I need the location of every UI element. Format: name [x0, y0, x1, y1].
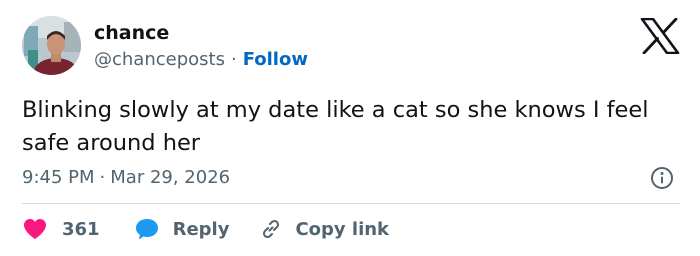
timestamp-separator: · [99, 167, 106, 188]
avatar[interactable] [22, 16, 81, 75]
info-icon[interactable] [650, 166, 674, 190]
handle-row: @chanceposts · Follow [94, 49, 308, 70]
copy-link-label: Copy link [295, 218, 390, 240]
reply-button[interactable]: Reply [134, 217, 230, 241]
speech-bubble-icon [135, 219, 158, 240]
avatar-photo [22, 16, 81, 75]
like-count: 361 [62, 218, 100, 240]
separator-dot: · [230, 49, 237, 70]
handle[interactable]: @chanceposts [94, 49, 225, 70]
display-name[interactable]: chance [94, 22, 169, 44]
like-button[interactable]: 361 [22, 217, 100, 241]
link-icon [263, 219, 280, 239]
reply-label: Reply [172, 218, 230, 240]
copy-link-button[interactable]: Copy link [259, 217, 389, 241]
heart-icon [24, 219, 46, 239]
action-bar: 361 Reply Copy link [22, 216, 389, 242]
tweet-time: 9:45 PM [22, 167, 95, 188]
x-logo-icon[interactable] [640, 17, 680, 55]
tweet-text: Blinking slowly at my date like a cat so… [22, 97, 649, 156]
tweet-date: Mar 29, 2026 [110, 167, 231, 188]
tweet-card: chance @chanceposts · Follow Blinking slow… [0, 0, 700, 256]
follow-button[interactable]: Follow [243, 49, 308, 70]
timestamp[interactable]: 9:45 PM · Mar 29, 2026 [22, 167, 230, 188]
divider [22, 203, 680, 204]
